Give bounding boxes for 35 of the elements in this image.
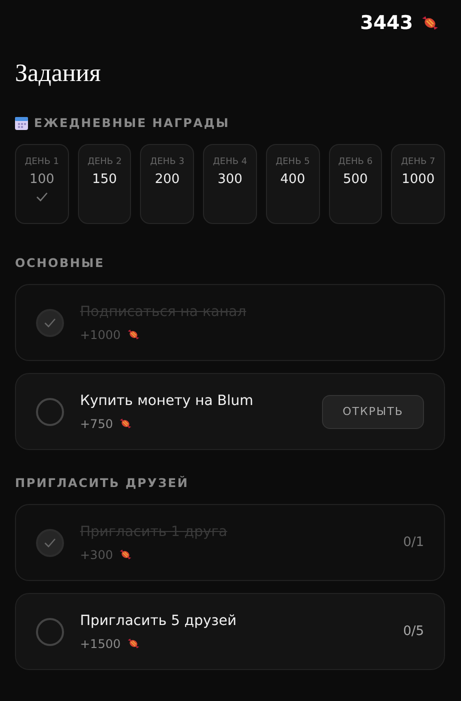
- day-label: ДЕНЬ 4: [212, 157, 248, 167]
- reward-amount: 300: [218, 172, 242, 187]
- section-heading: ЕЖЕДНЕВНЫЕ НАГРАДЫ: [34, 116, 230, 130]
- reward-amount: 150: [92, 172, 117, 187]
- reward-amount: 400: [280, 172, 306, 187]
- task-reward: +1000: [80, 328, 121, 342]
- task-reward: +1500: [80, 636, 121, 650]
- section-heading: ОСНОВНЫЕ: [15, 256, 104, 270]
- day-label: ДЕНЬ 3: [150, 157, 184, 167]
- check-icon: [44, 318, 56, 328]
- check-icon: [36, 192, 48, 202]
- reward-amount: 200: [154, 172, 180, 187]
- candy-icon: [118, 548, 132, 561]
- reward-amount: 1000: [402, 172, 435, 187]
- reward-amount: 500: [343, 172, 368, 187]
- day-label: ДЕНЬ 1: [24, 157, 59, 167]
- section-heading: ПРИГЛАСИТЬ ДРУЗЕЙ: [15, 476, 189, 490]
- calendar-icon: [15, 116, 28, 130]
- day-label: ДЕНЬ 5: [276, 157, 310, 167]
- task-title: Купить монету на Blum: [80, 392, 254, 408]
- task-reward: +300: [80, 548, 113, 562]
- check-icon: [44, 538, 56, 548]
- day-label: ДЕНЬ 7: [401, 157, 436, 167]
- day-label: ДЕНЬ 2: [87, 157, 122, 167]
- candy-icon: [126, 328, 140, 341]
- reward-amount: 100: [29, 172, 54, 187]
- task-reward: +750: [80, 416, 113, 430]
- page-title: Задания: [15, 60, 102, 88]
- day-label: ДЕНЬ 6: [338, 157, 373, 167]
- task-title: Пригласить 5 друзей: [80, 612, 238, 628]
- candy-icon: [421, 14, 439, 32]
- candy-icon: [126, 637, 140, 650]
- balance-amount: 3443: [360, 12, 413, 34]
- open-button[interactable]: ОТКРЫТЬ: [322, 394, 424, 428]
- candy-icon: [118, 417, 132, 430]
